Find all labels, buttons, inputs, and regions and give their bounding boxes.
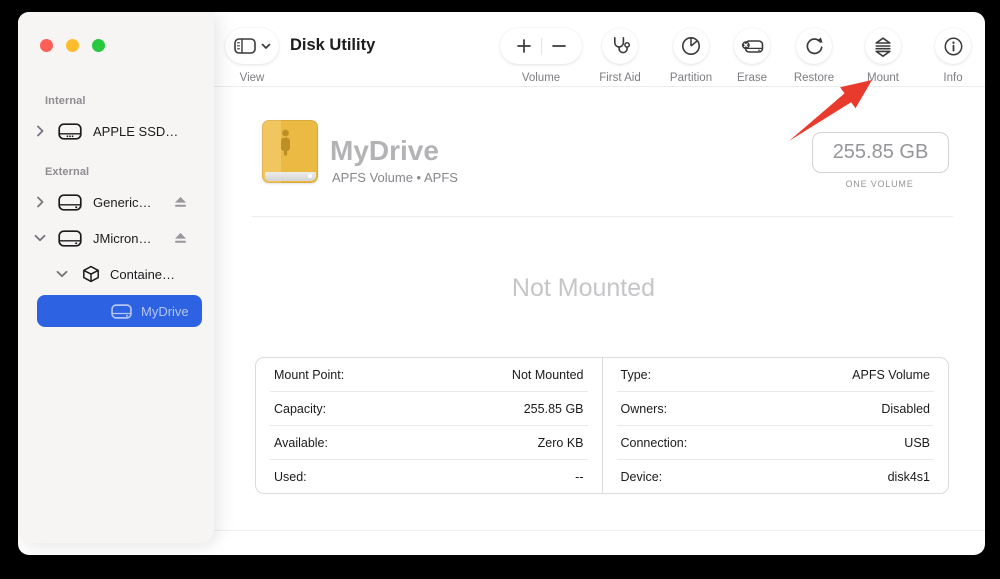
detail-label: Capacity: [274, 402, 326, 416]
container-icon [82, 265, 100, 283]
main-content: MyDrive APFS Volume • APFS 255.85 GB ONE… [214, 87, 985, 555]
sidebar-item-label: JMicron… [93, 231, 152, 246]
detail-label: Device: [621, 470, 663, 484]
bottom-divider [214, 530, 985, 531]
detail-value: APFS Volume [852, 368, 930, 382]
detail-value: USB [904, 436, 930, 450]
minimize-window-button[interactable] [66, 39, 79, 52]
mount-button-label: Mount [848, 72, 918, 84]
sidebar-section-internal: Internal [45, 95, 86, 107]
chevron-right-icon[interactable] [34, 125, 46, 137]
sidebar-item-label: Generic… [93, 195, 152, 210]
mount-status-text: Not Mounted [214, 274, 953, 303]
undo-arrow-icon [804, 36, 825, 57]
sidebar-item-mydrive-selected[interactable]: MyDrive [37, 295, 202, 327]
detail-value: -- [575, 470, 583, 484]
detail-label: Mount Point: [274, 368, 344, 382]
eject-icon[interactable] [174, 196, 187, 208]
volume-badge-icon [262, 120, 318, 183]
view-button[interactable] [225, 28, 279, 64]
detail-value: disk4s1 [888, 470, 930, 484]
sidebar-section-external: External [45, 166, 89, 178]
restore-button-label: Restore [779, 72, 849, 84]
detail-label: Owners: [621, 402, 668, 416]
size-caption: ONE VOLUME [812, 179, 947, 189]
erase-button[interactable] [734, 28, 770, 64]
volume-button-group [500, 28, 582, 64]
sidebar-item-apple-ssd[interactable]: APPLE SSD… [28, 119, 204, 143]
erase-button-label: Erase [717, 72, 787, 84]
drive-base [265, 172, 316, 181]
info-button[interactable] [935, 28, 971, 64]
first-aid-button-label: First Aid [585, 72, 655, 84]
volume-icon [111, 304, 132, 319]
divider [541, 38, 542, 55]
pie-chart-icon [681, 36, 701, 56]
mount-button[interactable] [865, 28, 901, 64]
user-silhouette-icon [279, 129, 292, 156]
sidebar-item-label: MyDrive [141, 304, 189, 319]
remove-volume-button[interactable] [548, 31, 576, 61]
detail-label: Available: [274, 436, 328, 450]
details-panel: Mount Point: Not Mounted Capacity: 255.8… [255, 357, 949, 494]
detail-value: Zero KB [538, 436, 584, 450]
detail-row-capacity: Capacity: 255.85 GB [270, 392, 588, 426]
detail-value: 255.85 GB [524, 402, 584, 416]
detail-row-owners: Owners: Disabled [617, 392, 935, 426]
info-button-label: Info [918, 72, 988, 84]
internal-drive-icon [58, 123, 82, 140]
disk-utility-window: Internal APPLE SSD… External Generic… [18, 12, 985, 555]
detail-label: Type: [621, 368, 652, 382]
chevron-down-icon[interactable] [34, 232, 46, 244]
eject-icon[interactable] [174, 232, 187, 244]
details-column-right: Type: APFS Volume Owners: Disabled Conne… [602, 358, 949, 493]
external-drive-icon [58, 194, 82, 211]
volume-subtitle: APFS Volume • APFS [332, 170, 458, 185]
detail-label: Used: [274, 470, 307, 484]
sidebar-item-container[interactable]: Containe… [28, 262, 204, 286]
detail-row-connection: Connection: USB [617, 426, 935, 460]
restore-button[interactable] [796, 28, 832, 64]
sidebar-item-label: APPLE SSD… [93, 124, 178, 139]
chevron-right-icon[interactable] [34, 196, 46, 208]
detail-row-available: Available: Zero KB [270, 426, 588, 460]
partition-button-label: Partition [656, 72, 726, 84]
detail-value: Disabled [881, 402, 930, 416]
size-badge: 255.85 GB [812, 132, 949, 173]
external-drive-icon [58, 230, 82, 247]
detail-row-mount-point: Mount Point: Not Mounted [270, 358, 588, 392]
app-title: Disk Utility [290, 36, 375, 55]
zoom-window-button[interactable] [92, 39, 105, 52]
volume-title: MyDrive [330, 135, 439, 167]
header-divider [252, 216, 953, 217]
detail-row-device: Device: disk4s1 [617, 460, 935, 493]
first-aid-button[interactable] [602, 28, 638, 64]
detail-row-type: Type: APFS Volume [617, 358, 935, 392]
chevron-down-icon[interactable] [56, 268, 68, 280]
mount-stack-icon [873, 35, 893, 58]
sidebar: Internal APPLE SSD… External Generic… [18, 12, 214, 543]
view-button-label: View [225, 72, 279, 84]
sidebar-item-label: Containe… [110, 267, 175, 282]
sidebar-toggle-icon [234, 38, 256, 54]
add-volume-button[interactable] [507, 31, 535, 61]
sidebar-item-generic[interactable]: Generic… [28, 190, 204, 214]
chevron-down-icon [261, 43, 271, 50]
detail-label: Connection: [621, 436, 688, 450]
sidebar-item-jmicron[interactable]: JMicron… [28, 226, 204, 250]
stethoscope-icon [609, 35, 631, 57]
info-circle-icon [943, 36, 964, 57]
volume-button-label: Volume [500, 72, 582, 84]
details-column-left: Mount Point: Not Mounted Capacity: 255.8… [256, 358, 602, 493]
detail-row-used: Used: -- [270, 460, 588, 493]
drive-erase-icon [741, 37, 764, 55]
close-window-button[interactable] [40, 39, 53, 52]
partition-button[interactable] [673, 28, 709, 64]
detail-value: Not Mounted [512, 368, 584, 382]
